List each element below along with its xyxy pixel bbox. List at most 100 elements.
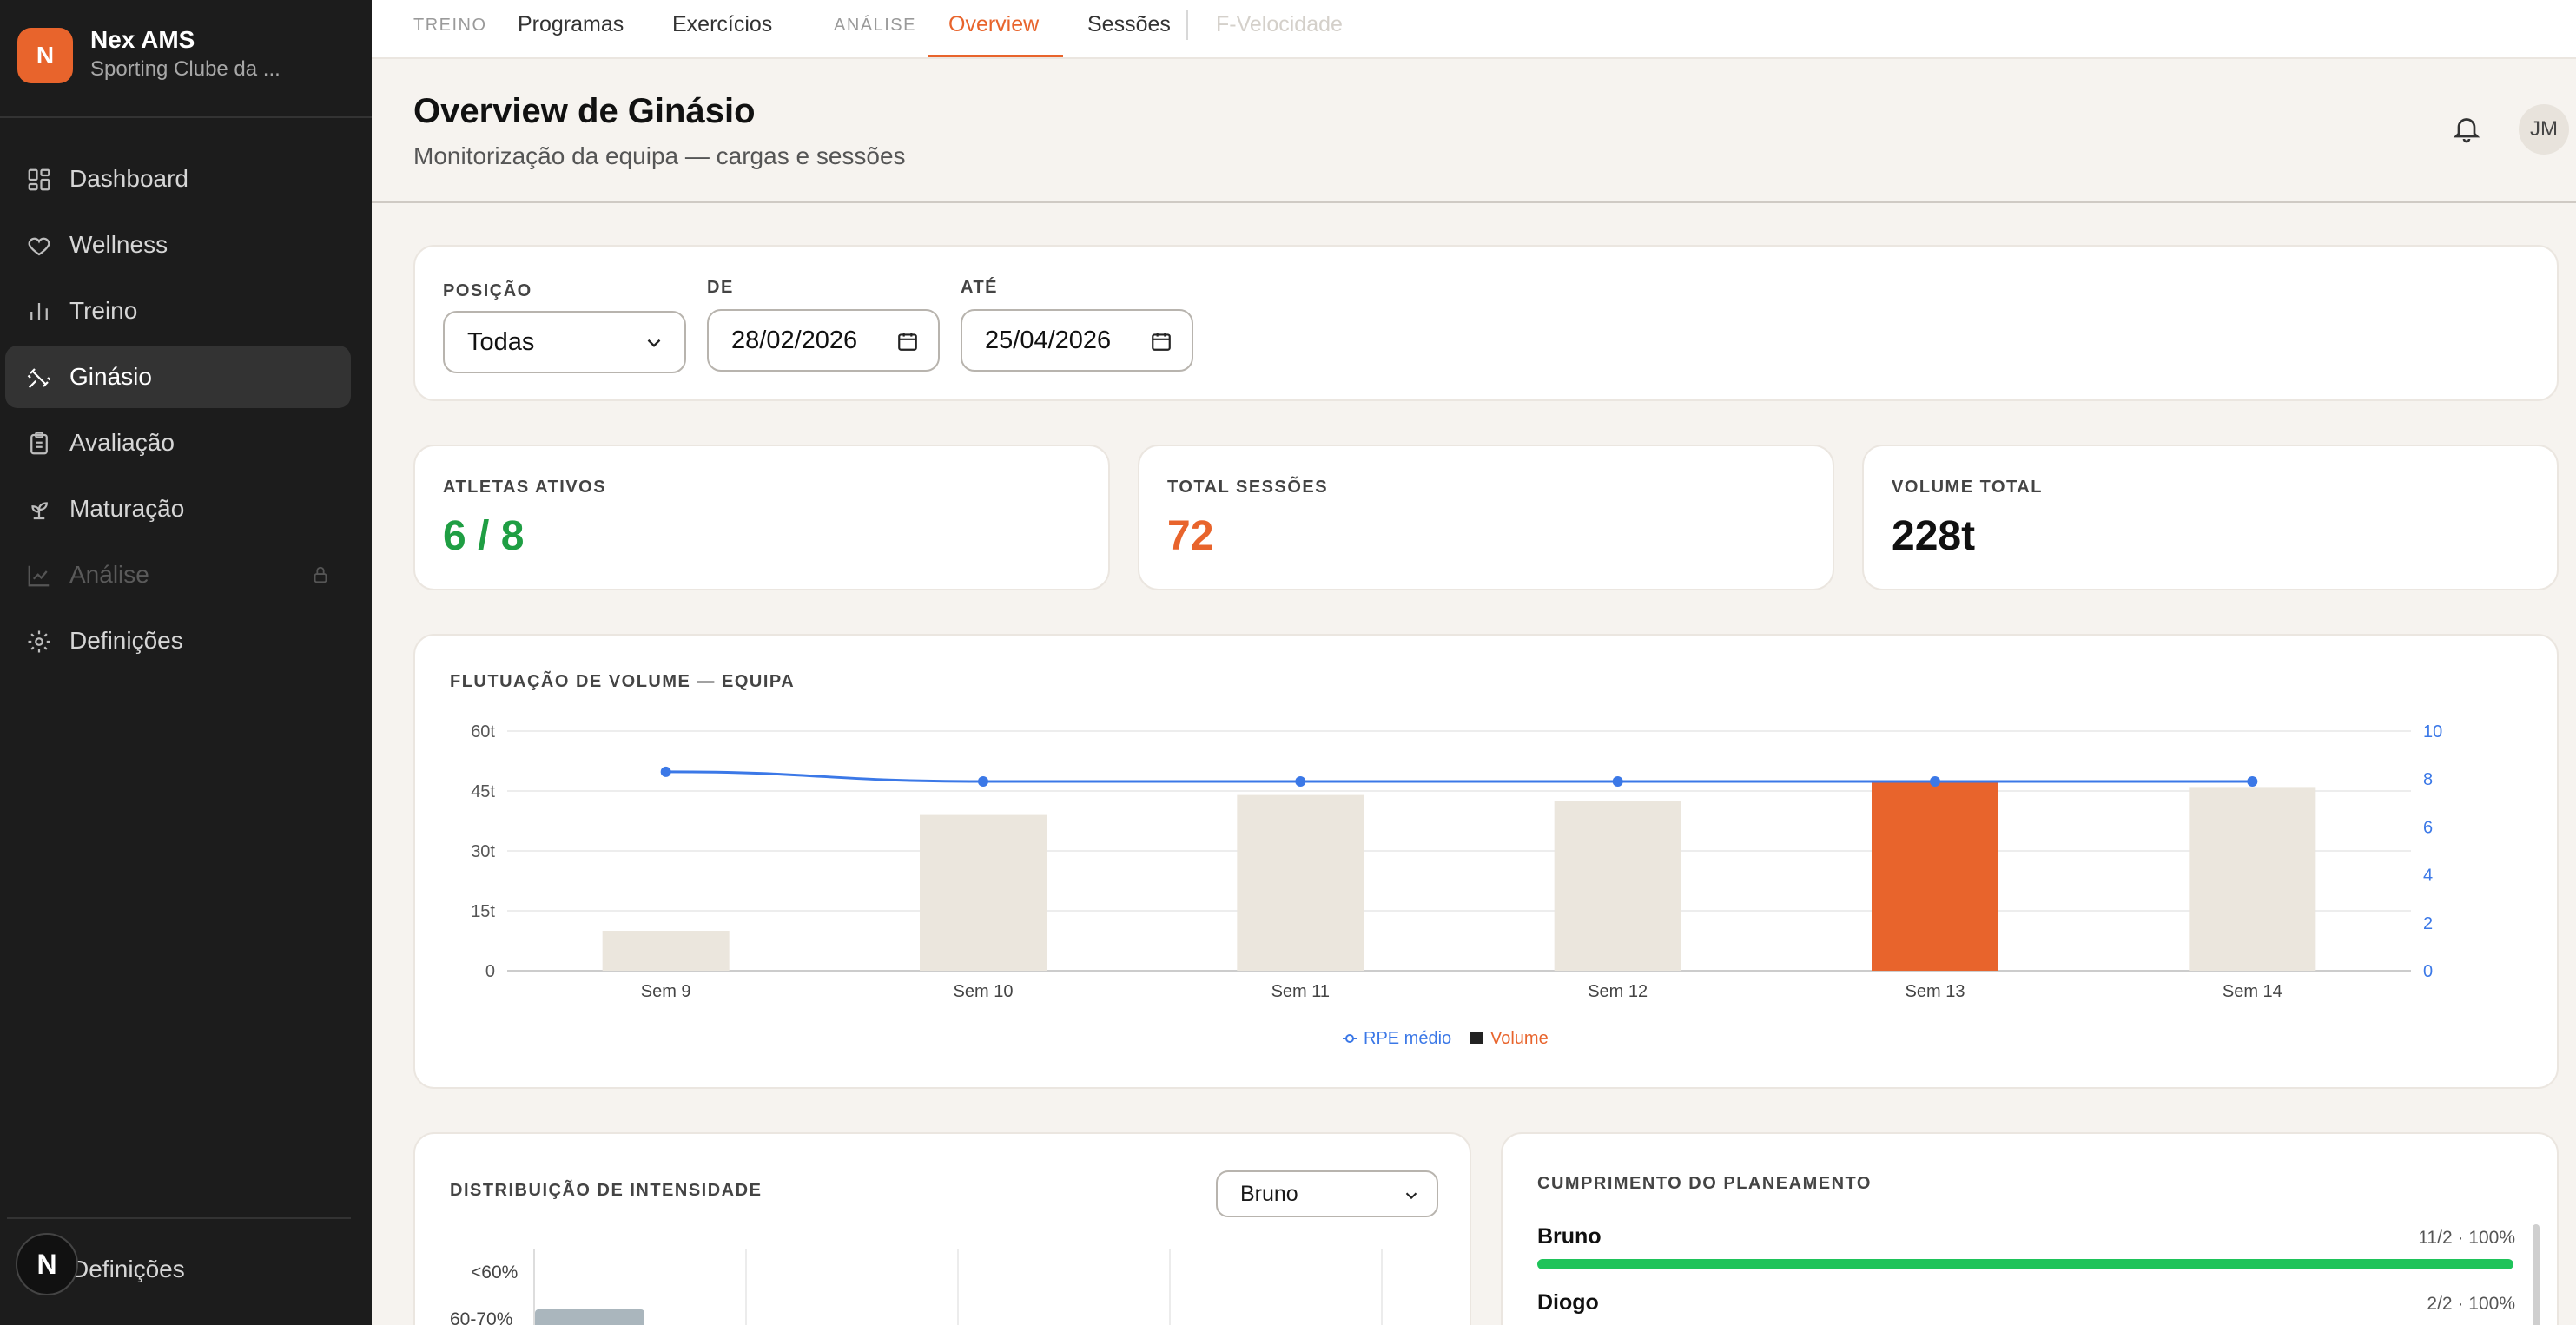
sidebar-item-label: Ginásio bbox=[69, 363, 152, 390]
intensity-row-label: <60% bbox=[471, 1262, 519, 1282]
ate-date-input[interactable]: 25/04/2026 bbox=[961, 309, 1193, 372]
posicao-label: POSIÇÃO bbox=[443, 281, 532, 300]
sidebar-item-maturacao[interactable]: Maturação bbox=[5, 478, 351, 540]
legend-rpe-label: RPE médio bbox=[1364, 1029, 1451, 1048]
user-avatar[interactable]: N bbox=[16, 1233, 78, 1295]
chart-bar bbox=[602, 931, 730, 971]
rpe-point bbox=[2247, 775, 2258, 787]
sidebar-item-ginasio[interactable]: Ginásio bbox=[5, 346, 351, 408]
sidebar-item-label: Análise bbox=[69, 561, 149, 588]
ate-label: ATÉ bbox=[961, 278, 999, 297]
dashboard-icon bbox=[28, 168, 50, 191]
chart-bar bbox=[920, 814, 1047, 971]
ate-value: 25/04/2026 bbox=[985, 326, 1112, 354]
sidebar-item-label: Dashboard bbox=[69, 165, 188, 192]
tab-exercicios[interactable]: Exercícios bbox=[672, 12, 772, 37]
sprout-icon bbox=[31, 502, 48, 520]
brand[interactable]: N Nex AMS Sporting Clube da ... bbox=[0, 0, 372, 118]
y-right-tick-label: 4 bbox=[2423, 867, 2433, 886]
kpi-sessoes-label: TOTAL SESSÕES bbox=[1167, 478, 1329, 497]
brand-name: Nex AMS bbox=[90, 26, 195, 53]
scrollbar[interactable] bbox=[2533, 1224, 2540, 1325]
user-avatar[interactable]: JM bbox=[2519, 104, 2569, 155]
bell-icon[interactable] bbox=[2451, 111, 2482, 146]
sidebar-item-dashboard[interactable]: Dashboard bbox=[5, 148, 351, 210]
y-right-tick-label: 2 bbox=[2423, 914, 2433, 933]
kpi-sessoes-card: TOTAL SESSÕES 72 bbox=[1138, 445, 1834, 590]
plan-row-value: 2/2 · 100% bbox=[2427, 1294, 2515, 1314]
kpi-atletas-value: 6 / 8 bbox=[443, 513, 525, 559]
tab-section-treino: TREINO bbox=[413, 16, 487, 35]
sidebar-item-label: Definições bbox=[69, 627, 183, 654]
sidebar-item-avaliacao[interactable]: Avaliação bbox=[5, 412, 351, 474]
y-right-tick-label: 10 bbox=[2423, 722, 2442, 742]
kpi-sessoes-value: 72 bbox=[1167, 513, 1214, 559]
chart-bar bbox=[1872, 781, 1998, 971]
de-label: DE bbox=[707, 278, 734, 297]
filters-card: POSIÇÃO Todas DE 28/02/2026 ATÉ 25/04/20… bbox=[413, 245, 2559, 401]
plan-card: CUMPRIMENTO DO PLANEAMENTO Bruno 11/2 · … bbox=[1501, 1132, 2559, 1325]
posicao-select[interactable]: Todas bbox=[443, 311, 686, 373]
y-left-tick-label: 45t bbox=[471, 782, 495, 801]
posicao-value: Todas bbox=[467, 327, 535, 356]
brand-org: Sporting Clube da ... bbox=[90, 57, 281, 81]
de-value: 28/02/2026 bbox=[731, 326, 858, 354]
sidebar: N Nex AMS Sporting Clube da ... Dashboar… bbox=[0, 0, 372, 1325]
y-right-tick-label: 6 bbox=[2423, 818, 2433, 837]
tab-overview[interactable]: Overview bbox=[948, 12, 1039, 37]
chart-bar bbox=[1237, 794, 1364, 971]
rpe-point bbox=[1612, 775, 1623, 787]
volume-chart-card: FLUTUAÇÃO DE VOLUME — EQUIPA 0 15t 30t 45t 6… bbox=[413, 634, 2559, 1089]
dumbbell-icon bbox=[27, 368, 51, 389]
intensity-row-label: 60-70% bbox=[450, 1309, 513, 1325]
x-tick-label: Sem 11 bbox=[1271, 982, 1330, 1001]
volume-chart: 0 15t 30t 45t 60t 0 2 4 6 8 10 Sem 9 Sem 10 Sem 11 Sem… bbox=[471, 722, 2442, 1048]
divider bbox=[7, 1217, 351, 1219]
grid-line bbox=[1169, 1249, 1171, 1325]
sidebar-item-label: Wellness bbox=[69, 231, 168, 258]
plan-row-name: Bruno bbox=[1537, 1224, 1602, 1249]
tab-programas[interactable]: Programas bbox=[518, 12, 624, 37]
top-tabs: TREINO Programas Exercícios ANÁLISE Over… bbox=[372, 0, 2576, 59]
grid-line bbox=[957, 1249, 959, 1325]
y-left-tick-label: 15t bbox=[471, 902, 495, 921]
plan-progress-bar bbox=[1537, 1259, 2513, 1269]
kpi-volume-value: 228t bbox=[1892, 513, 1976, 559]
sidebar-item-analise[interactable]: Análise bbox=[5, 544, 351, 606]
tab-section-analise: ANÁLISE bbox=[834, 16, 916, 35]
chart-bar bbox=[1554, 801, 1681, 971]
legend-rpe-marker-dot bbox=[1345, 1034, 1354, 1043]
bottom-settings-label[interactable]: Definições bbox=[71, 1256, 185, 1283]
y-right-tick-label: 0 bbox=[2423, 962, 2433, 981]
y-left-tick-label: 30t bbox=[471, 842, 495, 861]
sidebar-item-treino[interactable]: Treino bbox=[5, 280, 351, 342]
rpe-point bbox=[1295, 775, 1306, 787]
tab-sessoes[interactable]: Sessões bbox=[1087, 12, 1171, 37]
tab-f-velocidade[interactable]: F-Velocidade bbox=[1216, 12, 1343, 37]
brand-logo: N bbox=[17, 28, 73, 83]
sidebar-item-label: Avaliação bbox=[69, 429, 175, 456]
chevron-down-icon bbox=[1405, 1192, 1417, 1200]
kpi-volume-label: VOLUME TOTAL bbox=[1892, 478, 2043, 497]
x-tick-label: Sem 12 bbox=[1588, 982, 1648, 1001]
intensity-bar bbox=[535, 1309, 644, 1325]
athlete-select[interactable]: Bruno bbox=[1216, 1170, 1438, 1217]
page-subtitle: Monitorização da equipa — cargas e sessõ… bbox=[413, 142, 906, 169]
de-date-input[interactable]: 28/02/2026 bbox=[707, 309, 940, 372]
rpe-point bbox=[660, 766, 671, 777]
intensity-title: DISTRIBUIÇÃO DE INTENSIDADE bbox=[450, 1181, 763, 1200]
sidebar-item-definicoes[interactable]: Definições bbox=[5, 610, 351, 672]
kpi-atletas-card: ATLETAS ATIVOS 6 / 8 bbox=[413, 445, 1110, 590]
rpe-point bbox=[1930, 775, 1940, 787]
gear-icon bbox=[28, 630, 50, 653]
athlete-select-value: Bruno bbox=[1240, 1181, 1298, 1206]
line-chart-icon bbox=[28, 565, 50, 587]
rpe-point bbox=[978, 775, 988, 787]
sidebar-item-wellness[interactable]: Wellness bbox=[5, 214, 351, 276]
calendar-icon[interactable] bbox=[1150, 330, 1172, 353]
legend-volume-marker bbox=[1470, 1032, 1483, 1044]
y-left-tick-label: 60t bbox=[471, 722, 495, 742]
kpi-atletas-label: ATLETAS ATIVOS bbox=[443, 478, 607, 497]
calendar-icon[interactable] bbox=[896, 330, 919, 353]
heart-icon bbox=[28, 237, 50, 256]
